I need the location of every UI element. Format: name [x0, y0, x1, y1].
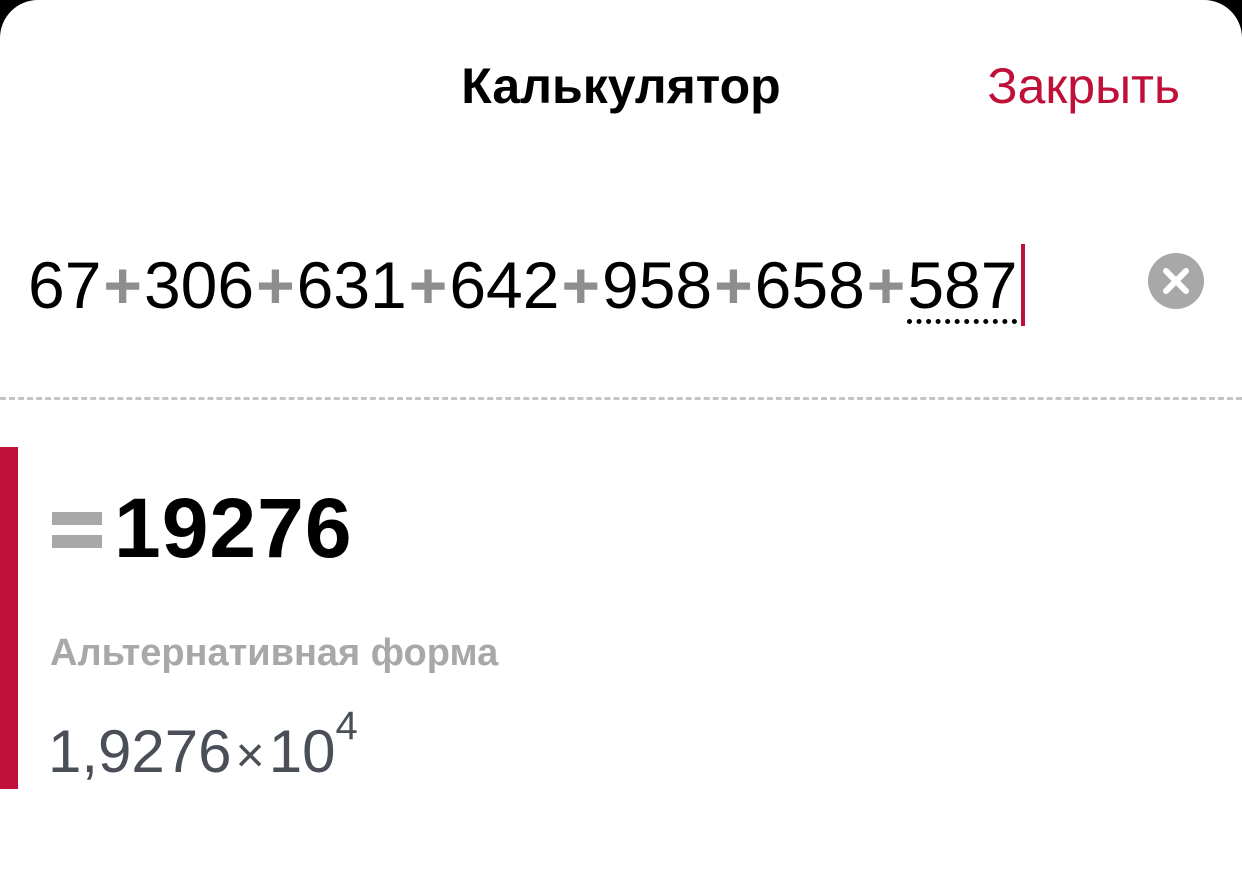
plus-operator: +: [866, 248, 906, 322]
plus-operator: +: [408, 248, 448, 322]
alternative-form-label: Альтернативная форма: [50, 632, 499, 674]
expression-term: 67: [28, 248, 102, 322]
expression-term: 642: [449, 248, 560, 322]
alt-times: ×: [235, 727, 265, 783]
expression-term: 658: [754, 248, 865, 322]
plus-operator: +: [714, 248, 753, 322]
alternative-form-value: 1,9276×104: [48, 706, 358, 791]
close-button[interactable]: Закрыть: [987, 56, 1180, 116]
expression-term: 306: [143, 248, 255, 322]
plus-operator: +: [256, 248, 295, 322]
text-caret: [1021, 244, 1026, 326]
result-accent-bar: [0, 447, 18, 789]
calculator-sheet: Калькулятор Закрыть 67 + 306 + 631 + 642…: [0, 0, 1242, 890]
alt-mantissa: 1,9276: [48, 718, 232, 785]
expression-term-active: 587: [907, 240, 1018, 330]
expression-term: 631: [296, 248, 407, 322]
clear-button[interactable]: [1148, 253, 1204, 309]
plus-operator: +: [561, 248, 600, 322]
expression-term: 958: [601, 248, 713, 322]
plus-operator: +: [103, 248, 142, 322]
result-value: 19276: [114, 481, 353, 575]
alt-base: 10: [268, 718, 336, 785]
alt-exponent: 4: [335, 704, 358, 748]
expression-input[interactable]: 67 + 306 + 631 + 642 + 958 + 658 + 587: [28, 240, 1026, 330]
clear-circle-x-icon: [1163, 268, 1189, 294]
equals-icon: [52, 506, 102, 552]
dashed-divider: [0, 397, 1242, 400]
